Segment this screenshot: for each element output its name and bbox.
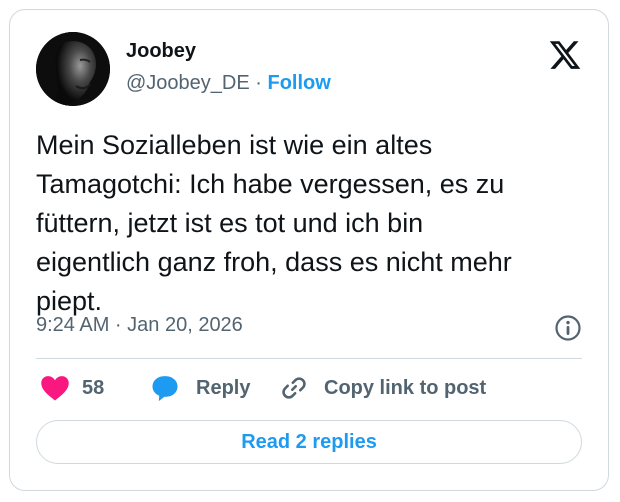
avatar-image xyxy=(36,32,110,106)
tweet-card: Joobey @Joobey_DE · Follow Mein Sozialle… xyxy=(9,9,609,491)
author-name[interactable]: Joobey xyxy=(126,40,196,63)
reply-label: Reply xyxy=(196,376,251,399)
link-icon xyxy=(282,377,306,399)
tweet-text: Mein Sozialleben ist wie ein altes Tamag… xyxy=(36,130,512,316)
divider xyxy=(36,358,582,359)
like-button[interactable]: 58 xyxy=(40,372,104,404)
like-count: 58 xyxy=(82,376,105,399)
follow-button[interactable]: Follow xyxy=(268,72,331,94)
speech-bubble-icon xyxy=(152,376,178,402)
copy-link-label: Copy link to post xyxy=(324,376,487,399)
author-handle[interactable]: @Joobey_DE xyxy=(126,72,250,94)
info-icon[interactable] xyxy=(554,314,582,342)
x-logo-icon[interactable] xyxy=(548,38,582,72)
copy-link-button[interactable]: Copy link to post xyxy=(280,372,486,404)
avatar[interactable] xyxy=(36,32,110,106)
heart-icon xyxy=(41,376,69,401)
handle-separator: · xyxy=(255,72,262,94)
author-handle-row: @Joobey_DE · Follow xyxy=(126,72,331,95)
read-replies-button[interactable]: Read 2 replies xyxy=(36,420,582,464)
tweet-timestamp[interactable]: 9:24 AM · Jan 20, 2026 xyxy=(36,314,243,337)
reply-button[interactable]: Reply xyxy=(150,372,250,404)
